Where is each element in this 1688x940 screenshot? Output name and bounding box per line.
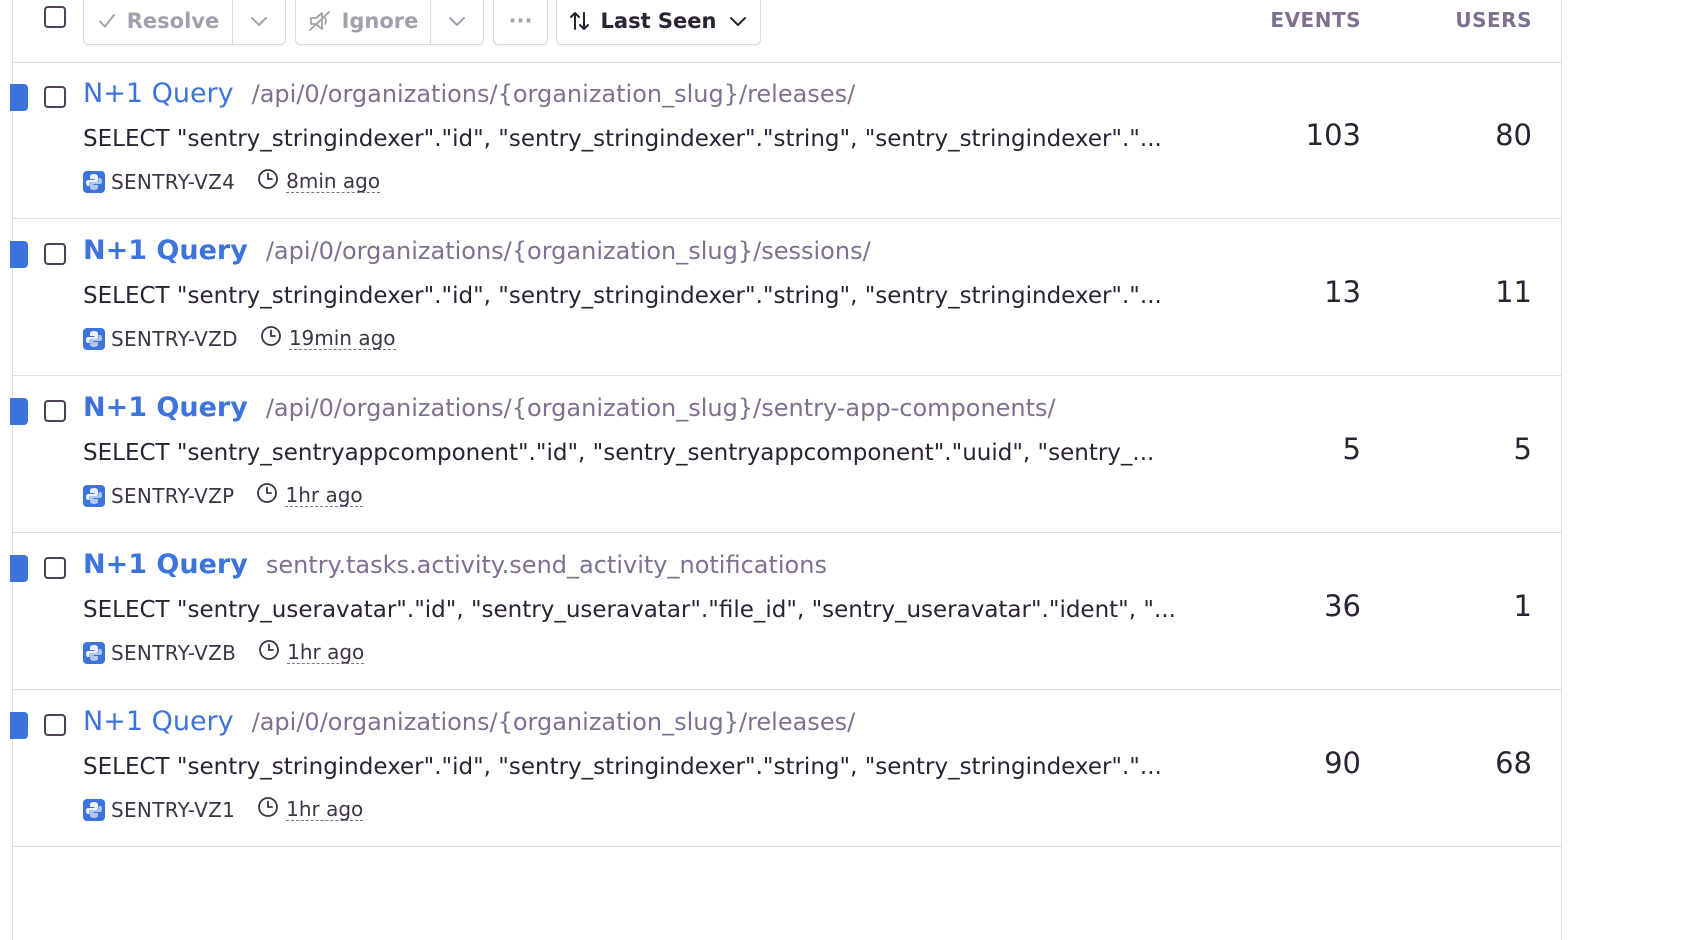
last-seen-time: 19min ago [288, 326, 396, 350]
issue-row[interactable]: N+1 Query /api/0/organizations/{organiza… [10, 690, 1561, 847]
ignore-label: Ignore [341, 9, 419, 33]
users-count: 80 [1495, 118, 1532, 152]
issue-location: /api/0/organizations/{organization_slug}… [265, 237, 871, 265]
resolve-label: Resolve [126, 9, 220, 33]
issue-short-id[interactable]: SENTRY-VZ1 [111, 798, 235, 822]
issue-short-id[interactable]: SENTRY-VZD [111, 327, 238, 351]
issue-location: /api/0/organizations/{organization_slug}… [265, 394, 1056, 422]
sort-dropdown-button[interactable]: Last Seen [556, 0, 761, 45]
issue-location: /api/0/organizations/{organization_slug}… [251, 80, 856, 108]
chevron-down-icon [728, 11, 748, 31]
issue-title-line: N+1 Query /api/0/organizations/{organiza… [83, 235, 871, 266]
events-count: 36 [1324, 589, 1361, 623]
last-seen-time: 1hr ago [286, 797, 364, 821]
ignore-dropdown-button[interactable] [430, 0, 483, 44]
issue-checkbox[interactable] [44, 714, 66, 736]
chevron-down-icon [249, 11, 269, 31]
sort-icon [569, 10, 591, 32]
issue-checkbox[interactable] [44, 243, 66, 265]
events-count: 103 [1305, 118, 1361, 152]
issue-meta: SENTRY-VZP 1hr ago [83, 482, 363, 509]
issue-list-toolbar: Resolve Ignore ··· Last Seen EVENTS USER… [13, 0, 1561, 63]
issue-message: SELECT "sentry_stringindexer"."id", "sen… [83, 754, 1162, 780]
events-count: 13 [1324, 275, 1361, 309]
users-count: 5 [1513, 432, 1532, 466]
issue-checkbox[interactable] [44, 400, 66, 422]
issue-meta: SENTRY-VZD 19min ago [83, 325, 396, 352]
python-icon [83, 327, 105, 350]
issue-message: SELECT "sentry_stringindexer"."id", "sen… [83, 283, 1162, 309]
issue-short-id[interactable]: SENTRY-VZB [111, 641, 236, 665]
issue-location: /api/0/organizations/{organization_slug}… [251, 708, 856, 736]
python-icon [83, 484, 105, 507]
last-seen-time: 8min ago [286, 169, 381, 193]
unread-indicator [10, 241, 28, 268]
issue-title-line: N+1 Query /api/0/organizations/{organiza… [83, 706, 855, 737]
issue-meta: SENTRY-VZB 1hr ago [83, 639, 365, 666]
issue-row[interactable]: N+1 Query /api/0/organizations/{organiza… [10, 219, 1561, 376]
issue-checkbox[interactable] [44, 86, 66, 108]
events-count: 5 [1342, 432, 1361, 466]
unread-indicator [10, 84, 28, 111]
more-actions-label: ··· [508, 9, 533, 33]
issue-title-line: N+1 Query /api/0/organizations/{organiza… [83, 392, 1056, 423]
users-count: 11 [1495, 275, 1532, 309]
unread-indicator [10, 555, 28, 582]
clock-icon [257, 168, 279, 195]
checkmark-icon [97, 11, 117, 31]
sort-label: Last Seen [600, 9, 717, 33]
issue-location: sentry.tasks.activity.send_activity_noti… [265, 551, 827, 579]
resolve-button-group: Resolve [83, 0, 286, 45]
resolve-button[interactable]: Resolve [84, 0, 232, 44]
issue-list-panel: Resolve Ignore ··· Last Seen EVENTS USER… [10, 0, 1562, 940]
sort-button-content: Last Seen [557, 0, 760, 44]
python-icon [83, 641, 105, 664]
ellipsis-icon: ··· [494, 0, 547, 44]
issue-row[interactable]: N+1 Query /api/0/organizations/{organiza… [10, 62, 1561, 219]
issue-title-line: N+1 Query /api/0/organizations/{organiza… [83, 78, 855, 109]
last-seen-time: 1hr ago [287, 640, 365, 664]
issue-row[interactable]: N+1 Query sentry.tasks.activity.send_act… [10, 533, 1561, 690]
issue-meta: SENTRY-VZ4 8min ago [83, 168, 381, 195]
issue-title-link[interactable]: N+1 Query [83, 235, 248, 266]
issue-list: N+1 Query /api/0/organizations/{organiza… [10, 62, 1561, 847]
select-all-checkbox[interactable] [44, 6, 66, 28]
ignore-button-group: Ignore [295, 0, 484, 45]
users-column-header: USERS [1455, 8, 1532, 32]
issue-message: SELECT "sentry_stringindexer"."id", "sen… [83, 126, 1162, 152]
mute-icon [308, 10, 332, 32]
issue-title-line: N+1 Query sentry.tasks.activity.send_act… [83, 549, 827, 580]
issue-meta: SENTRY-VZ1 1hr ago [83, 796, 364, 823]
users-count: 1 [1513, 589, 1532, 623]
python-icon [83, 798, 105, 821]
issue-short-id[interactable]: SENTRY-VZ4 [111, 170, 235, 194]
clock-icon [257, 796, 279, 823]
chevron-down-icon [447, 11, 467, 31]
unread-indicator [10, 398, 28, 425]
python-icon [83, 170, 105, 193]
issue-message: SELECT "sentry_sentryappcomponent"."id",… [83, 440, 1155, 466]
ignore-button[interactable]: Ignore [296, 0, 430, 44]
issue-title-link[interactable]: N+1 Query [83, 78, 234, 109]
last-seen-time: 1hr ago [285, 483, 363, 507]
more-actions-button[interactable]: ··· [493, 0, 548, 45]
issue-row[interactable]: N+1 Query /api/0/organizations/{organiza… [10, 376, 1561, 533]
issue-message: SELECT "sentry_useravatar"."id", "sentry… [83, 597, 1176, 623]
clock-icon [260, 325, 282, 352]
clock-icon [256, 482, 278, 509]
issue-checkbox[interactable] [44, 557, 66, 579]
resolve-dropdown-button[interactable] [232, 0, 285, 44]
issue-title-link[interactable]: N+1 Query [83, 392, 248, 423]
events-count: 90 [1324, 746, 1361, 780]
clock-icon [258, 639, 280, 666]
issue-title-link[interactable]: N+1 Query [83, 706, 234, 737]
issue-short-id[interactable]: SENTRY-VZP [111, 484, 234, 508]
events-column-header: EVENTS [1270, 8, 1361, 32]
issue-title-link[interactable]: N+1 Query [83, 549, 248, 580]
users-count: 68 [1495, 746, 1532, 780]
unread-indicator [10, 712, 28, 739]
